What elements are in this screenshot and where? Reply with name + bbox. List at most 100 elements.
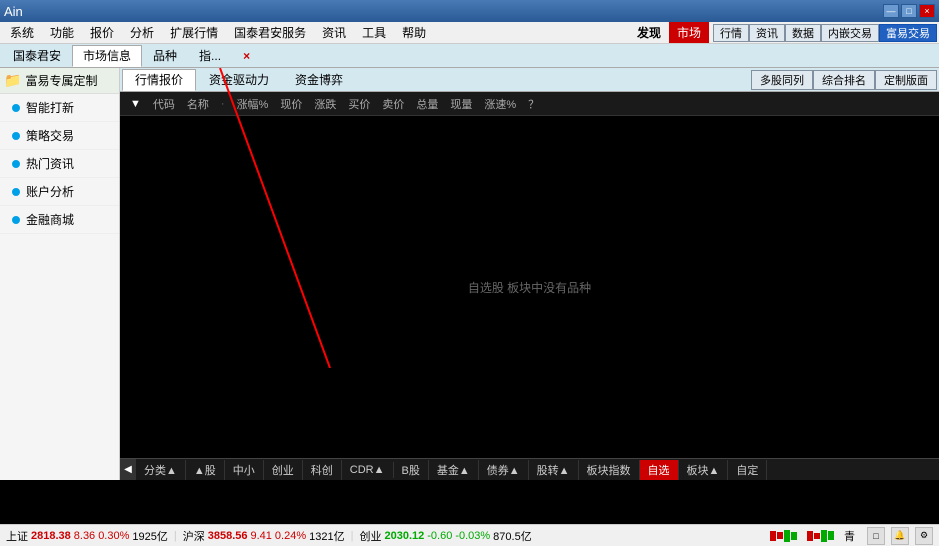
btn-custom-layout[interactable]: 定制版面 bbox=[875, 70, 937, 90]
menu-item-function[interactable]: 功能 bbox=[42, 22, 82, 43]
bottom-tab-transfer[interactable]: 股转▲ bbox=[529, 460, 579, 480]
status-cy-pct: -0.03% bbox=[455, 530, 490, 542]
sidebar-item-hot-news[interactable]: 热门资讯 bbox=[0, 150, 119, 178]
btn-data[interactable]: 数据 bbox=[785, 24, 821, 42]
tab-market-info[interactable]: 市场信息 bbox=[72, 45, 142, 67]
btn-internal-trade[interactable]: 内嵌交易 bbox=[821, 24, 879, 42]
status-mini-chart1 bbox=[770, 530, 797, 542]
bottom-tabs: ◀ 分类▲ ▲股 中小 创业 科创 CDR▲ B股 基金▲ 债券▲ 股转▲ 板块… bbox=[120, 458, 939, 480]
status-chuangye: 创业 2030.12 -0.60 -0.03% 870.5亿 bbox=[359, 528, 531, 544]
close-button[interactable]: × bbox=[919, 4, 935, 18]
menu-item-gtja[interactable]: 国泰君安服务 bbox=[226, 22, 314, 43]
sidebar-folder[interactable]: 📁 富易专属定制 bbox=[0, 68, 119, 94]
tab-gtja[interactable]: 国泰君安 bbox=[2, 45, 72, 67]
menu-item-quote[interactable]: 报价 bbox=[82, 22, 122, 43]
status-mini-btn3[interactable]: ⚙ bbox=[915, 527, 933, 545]
status-mini-chart2 bbox=[807, 530, 834, 542]
menu-item-tools[interactable]: 工具 bbox=[354, 22, 394, 43]
bottom-tab-category[interactable]: 分类▲ bbox=[136, 460, 186, 480]
btn-multi-stock[interactable]: 多股同列 bbox=[751, 70, 813, 90]
status-hs-vol: 1321亿 bbox=[309, 528, 344, 544]
bottom-tab-mid-small[interactable]: 中小 bbox=[225, 460, 264, 480]
menu-item-market[interactable]: 市场 bbox=[669, 22, 709, 43]
status-mini-btn1[interactable]: □ bbox=[867, 527, 885, 545]
bottom-tab-a-stock[interactable]: ▲股 bbox=[186, 460, 225, 480]
right-content: 行情报价 资金驱动力 资金博弈 多股同列 综合排名 定制版面 ▼ 代码 名称 ·… bbox=[120, 68, 939, 480]
col-sell[interactable]: 卖价 bbox=[376, 96, 410, 112]
bottom-tab-bond[interactable]: 债券▲ bbox=[479, 460, 529, 480]
menu-item-help[interactable]: 帮助 bbox=[394, 22, 434, 43]
col-total-vol[interactable]: 总量 bbox=[410, 96, 444, 112]
status-cy-label: 创业 bbox=[359, 528, 381, 544]
status-hs-label: 沪深 bbox=[183, 528, 205, 544]
menu-item-system[interactable]: 系统 bbox=[2, 22, 42, 43]
bottom-tab-fund[interactable]: 基金▲ bbox=[429, 460, 479, 480]
bottom-tab-watchlist[interactable]: 自选 bbox=[640, 460, 679, 480]
status-sh-pct: 0.30% bbox=[98, 530, 129, 542]
main-content: 📁 富易专属定制 智能打新 策略交易 热门资讯 账户分析 金融商城 bbox=[0, 68, 939, 480]
dot-icon bbox=[12, 104, 20, 112]
sidebar-item-strategy[interactable]: 策略交易 bbox=[0, 122, 119, 150]
folder-label: 富易专属定制 bbox=[25, 72, 97, 89]
status-cy-value: 2030.12 bbox=[384, 530, 424, 542]
subtab-quotes[interactable]: 行情报价 bbox=[122, 69, 196, 91]
subtab-capital-force[interactable]: 资金驱动力 bbox=[196, 69, 282, 91]
status-hs-pct: 0.24% bbox=[275, 530, 306, 542]
bottom-tab-sci-tech[interactable]: 科创 bbox=[303, 460, 342, 480]
dot-icon-5 bbox=[12, 216, 20, 224]
bottom-tab-sector-index[interactable]: 板块指数 bbox=[579, 460, 640, 480]
col-name[interactable]: 名称 bbox=[181, 96, 215, 112]
sub-tabs: 行情报价 资金驱动力 资金博弈 多股同列 综合排名 定制版面 bbox=[120, 68, 939, 92]
btn-quotes[interactable]: 行情 bbox=[713, 24, 749, 42]
tab-close[interactable]: × bbox=[232, 45, 261, 67]
dot-icon-4 bbox=[12, 188, 20, 196]
menu-item-extend[interactable]: 扩展行情 bbox=[162, 22, 226, 43]
title-text: Ain bbox=[4, 4, 23, 19]
col-speed[interactable]: 涨速% bbox=[478, 96, 522, 112]
status-sep1: | bbox=[174, 530, 177, 542]
sidebar-item-finance[interactable]: 金融商城 bbox=[0, 206, 119, 234]
menu-item-analysis[interactable]: 分析 bbox=[122, 22, 162, 43]
window-controls: — □ × bbox=[883, 4, 935, 18]
status-sh-vol: 1925亿 bbox=[132, 528, 167, 544]
status-cy-change: -0.60 bbox=[427, 530, 452, 542]
col-change[interactable]: 涨跌 bbox=[308, 96, 342, 112]
bottom-tab-custom[interactable]: 自定 bbox=[728, 460, 767, 480]
minimize-button[interactable]: — bbox=[883, 4, 899, 18]
folder-icon: 📁 bbox=[4, 72, 21, 89]
col-current[interactable]: 现价 bbox=[274, 96, 308, 112]
tab-index[interactable]: 指... bbox=[188, 45, 232, 67]
status-shzhen: 上证 2818.38 8.36 0.30% 1925亿 bbox=[6, 528, 168, 544]
menu-item-news[interactable]: 资讯 bbox=[314, 22, 354, 43]
status-sh-value: 2818.38 bbox=[31, 530, 71, 542]
status-sh-change: 8.36 bbox=[74, 530, 95, 542]
title-bar: Ain — □ × bbox=[0, 0, 939, 22]
status-mini-btn2[interactable]: 🔔 bbox=[891, 527, 909, 545]
bottom-tab-arrow-left[interactable]: ◀ bbox=[120, 459, 136, 481]
btn-easy-trade[interactable]: 富易交易 bbox=[879, 24, 937, 42]
status-bar: 上证 2818.38 8.36 0.30% 1925亿 | 沪深 3858.56… bbox=[0, 524, 939, 546]
col-current-vol[interactable]: 现量 bbox=[444, 96, 478, 112]
col-sort[interactable]: ▼ bbox=[124, 98, 147, 110]
menu-bar: 系统 功能 报价 分析 扩展行情 国泰君安服务 资讯 工具 帮助 发现 市场 行… bbox=[0, 22, 939, 44]
btn-news[interactable]: 资讯 bbox=[749, 24, 785, 42]
bottom-tab-startup[interactable]: 创业 bbox=[264, 460, 303, 480]
bottom-tab-sector[interactable]: 板块▲ bbox=[679, 460, 729, 480]
btn-comprehensive-rank[interactable]: 综合排名 bbox=[813, 70, 875, 90]
col-headers: ▼ 代码 名称 · 涨幅% 现价 涨跌 买价 卖价 总量 现量 涨速% ？ bbox=[120, 92, 939, 116]
col-dot: · bbox=[215, 98, 231, 110]
status-label-qing: 青 bbox=[844, 528, 855, 544]
col-question[interactable]: ？ bbox=[522, 96, 545, 112]
col-buy[interactable]: 买价 bbox=[342, 96, 376, 112]
menu-item-discover[interactable]: 发现 bbox=[629, 22, 669, 43]
col-code[interactable]: 代码 bbox=[147, 96, 181, 112]
subtab-capital-game[interactable]: 资金博弈 bbox=[282, 69, 356, 91]
bottom-tab-b-stock[interactable]: B股 bbox=[394, 460, 429, 480]
tab-variety[interactable]: 品种 bbox=[142, 45, 188, 67]
sidebar-item-account[interactable]: 账户分析 bbox=[0, 178, 119, 206]
maximize-button[interactable]: □ bbox=[901, 4, 917, 18]
bottom-tab-cdr[interactable]: CDR▲ bbox=[342, 462, 394, 478]
sidebar-item-smart-new[interactable]: 智能打新 bbox=[0, 94, 119, 122]
dot-icon-3 bbox=[12, 160, 20, 168]
col-pct-change[interactable]: 涨幅% bbox=[231, 96, 275, 112]
